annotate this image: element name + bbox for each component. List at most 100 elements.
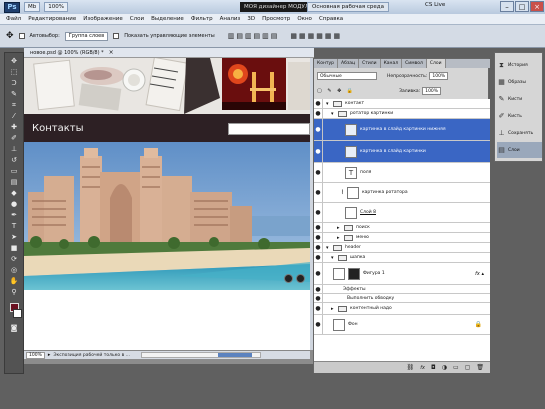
tab-layers[interactable]: Слои bbox=[426, 59, 446, 68]
status-info[interactable]: Экспозиция рабочей только в ... bbox=[53, 353, 130, 358]
lock-icons[interactable]: ▢ ✎ ✥ 🔒 bbox=[317, 88, 355, 94]
crop-tool-icon[interactable]: ⌗ bbox=[8, 101, 20, 110]
tab-paragraph[interactable]: Абзац bbox=[338, 59, 360, 68]
layer-effects-row[interactable]: ● Эффекты bbox=[314, 285, 490, 294]
background-color-swatch[interactable] bbox=[12, 309, 22, 318]
menu-view[interactable]: Просмотр bbox=[262, 16, 290, 22]
dodge-tool-icon[interactable]: ● bbox=[8, 200, 20, 209]
visibility-eye-icon[interactable]: ● bbox=[314, 119, 323, 140]
tab-styles[interactable]: Стили bbox=[359, 59, 381, 68]
layer-row[interactable]: ● Слой 8 bbox=[314, 203, 490, 223]
quick-select-tool-icon[interactable]: ✎ bbox=[8, 90, 20, 99]
shape-tool-icon[interactable]: ■ bbox=[8, 244, 20, 253]
dock-clone-source[interactable]: ⊥ Сохранять bbox=[497, 125, 542, 141]
layer-row[interactable]: ● Фигура 1 fx ▴ bbox=[314, 263, 490, 285]
visibility-eye-icon[interactable]: ● bbox=[314, 253, 323, 262]
3d-camera-tool-icon[interactable]: ◎ bbox=[8, 266, 20, 275]
visibility-eye-icon[interactable]: ● bbox=[314, 99, 323, 108]
menu-select[interactable]: Выделение bbox=[151, 16, 184, 22]
new-layer-icon[interactable]: ▢ bbox=[465, 364, 471, 371]
visibility-eye-icon[interactable]: ● bbox=[314, 183, 323, 202]
visibility-eye-icon[interactable]: ● bbox=[314, 285, 323, 293]
menu-analysis[interactable]: Анализ bbox=[220, 16, 241, 22]
layer-row[interactable]: ● ▾ ротатор картинки bbox=[314, 109, 490, 119]
visibility-eye-icon[interactable]: ● bbox=[314, 203, 323, 222]
maximize-button[interactable]: □ bbox=[515, 1, 529, 12]
zoom-tool-icon[interactable]: ⚲ bbox=[8, 288, 20, 297]
layer-row[interactable]: ● Фон 🔒 bbox=[314, 315, 490, 335]
slider-dot-1[interactable] bbox=[284, 274, 293, 283]
quick-mask-icon[interactable]: ◙ bbox=[8, 324, 20, 333]
visibility-eye-icon[interactable]: ● bbox=[314, 263, 323, 284]
visibility-eye-icon[interactable]: ● bbox=[314, 109, 323, 118]
expand-arrow-icon[interactable]: ▸ bbox=[337, 235, 341, 241]
opacity-field[interactable]: 100% bbox=[429, 72, 449, 80]
close-tab-icon[interactable]: × bbox=[109, 49, 114, 56]
document-canvas[interactable]: Контакты bbox=[24, 58, 310, 350]
layer-effect-item[interactable]: ● Выполнить обводку bbox=[314, 294, 490, 303]
layer-row[interactable]: ● ▸ контентный надо bbox=[314, 303, 490, 315]
eraser-tool-icon[interactable]: ▭ bbox=[8, 167, 20, 176]
visibility-eye-icon[interactable]: ● bbox=[314, 243, 323, 252]
menu-image[interactable]: Изображение bbox=[83, 16, 123, 22]
close-button[interactable]: × bbox=[530, 1, 544, 12]
minimize-button[interactable]: – bbox=[500, 1, 514, 12]
layer-row-selected[interactable]: ● картинка в слайд картинки bbox=[314, 141, 490, 163]
pen-tool-icon[interactable]: ✒ bbox=[8, 211, 20, 220]
header-search-field[interactable] bbox=[228, 123, 310, 135]
history-brush-icon[interactable]: ↺ bbox=[8, 156, 20, 165]
gradient-tool-icon[interactable]: ▤ bbox=[8, 178, 20, 187]
stamp-tool-icon[interactable]: ⊥ bbox=[8, 145, 20, 154]
visibility-eye-icon[interactable]: ● bbox=[314, 233, 323, 242]
link-layers-icon[interactable]: ⛓ bbox=[407, 364, 415, 371]
path-select-tool-icon[interactable]: ➤ bbox=[8, 233, 20, 242]
dock-brushes[interactable]: ✎ Кисти bbox=[497, 91, 542, 107]
move-tool-icon[interactable]: ✥ bbox=[6, 31, 14, 41]
eyedropper-tool-icon[interactable]: ⁄ bbox=[8, 112, 20, 121]
fill-field[interactable]: 100% bbox=[422, 87, 442, 95]
visibility-eye-icon[interactable]: ● bbox=[314, 223, 323, 232]
menu-file[interactable]: Файл bbox=[6, 16, 21, 22]
layer-row[interactable]: ● ▾ шапка bbox=[314, 253, 490, 263]
visibility-eye-icon[interactable]: ● bbox=[314, 315, 323, 334]
layer-row[interactable]: ● ▸ меню bbox=[314, 233, 490, 243]
3d-rotate-tool-icon[interactable]: ⟳ bbox=[8, 255, 20, 264]
healing-tool-icon[interactable]: ✚ bbox=[8, 123, 20, 132]
auto-select-checkbox[interactable] bbox=[18, 33, 25, 39]
move-tool-icon[interactable]: ✥ bbox=[8, 57, 20, 66]
layer-row-selected[interactable]: ● картинка в слайд картинки нижняя bbox=[314, 119, 490, 141]
lasso-tool-icon[interactable]: ᑐ bbox=[8, 79, 20, 88]
tab-character[interactable]: Символ bbox=[402, 59, 427, 68]
tab-paths[interactable]: Контур bbox=[314, 59, 339, 68]
new-group-icon[interactable]: ▭ bbox=[453, 364, 459, 371]
fx-icon[interactable]: fx ▴ bbox=[475, 271, 484, 277]
status-arrow-icon[interactable]: ▸ bbox=[48, 352, 51, 358]
visibility-eye-icon[interactable]: ● bbox=[314, 303, 323, 314]
slider-dot-2[interactable] bbox=[296, 274, 305, 283]
expand-arrow-icon[interactable]: ▸ bbox=[337, 225, 341, 231]
blend-mode-dropdown[interactable]: Обычные bbox=[317, 72, 377, 80]
layer-row[interactable]: ● ▾ header bbox=[314, 243, 490, 253]
expand-arrow-icon[interactable]: ▾ bbox=[331, 255, 335, 261]
trash-icon[interactable]: 🗑 bbox=[476, 364, 484, 371]
dock-swatches[interactable]: ▦ Образы bbox=[497, 74, 542, 90]
hand-tool-icon[interactable]: ✋ bbox=[8, 277, 20, 286]
add-mask-icon[interactable]: ◘ bbox=[431, 364, 436, 371]
expand-arrow-icon[interactable]: ▾ bbox=[326, 101, 330, 107]
distribute-buttons[interactable]: ▦▦▦▦▦▦ bbox=[290, 32, 342, 40]
dock-layers[interactable]: ▤ Слои bbox=[497, 142, 542, 158]
align-buttons[interactable]: ▥▤▥▤▥▤ bbox=[228, 32, 280, 40]
tab-channels[interactable]: Канал bbox=[381, 59, 403, 68]
mini-bridge-button[interactable]: Mb bbox=[24, 2, 41, 12]
fx-icon[interactable]: fx bbox=[420, 365, 425, 371]
workspace-name[interactable]: Основная рабочая среда bbox=[307, 2, 389, 12]
type-tool-icon[interactable]: T bbox=[8, 222, 20, 231]
marquee-tool-icon[interactable]: ⬚ bbox=[8, 68, 20, 77]
show-controls-checkbox[interactable] bbox=[113, 33, 120, 39]
menu-layers[interactable]: Слои bbox=[130, 16, 144, 22]
expand-arrow-icon[interactable]: ▸ bbox=[331, 306, 335, 312]
visibility-eye-icon[interactable]: ● bbox=[314, 141, 323, 162]
zoom-percentage-field[interactable]: 100% bbox=[26, 351, 45, 359]
expand-arrow-icon[interactable]: ▾ bbox=[326, 245, 330, 251]
cs-live-button[interactable]: CS Live bbox=[425, 2, 445, 8]
